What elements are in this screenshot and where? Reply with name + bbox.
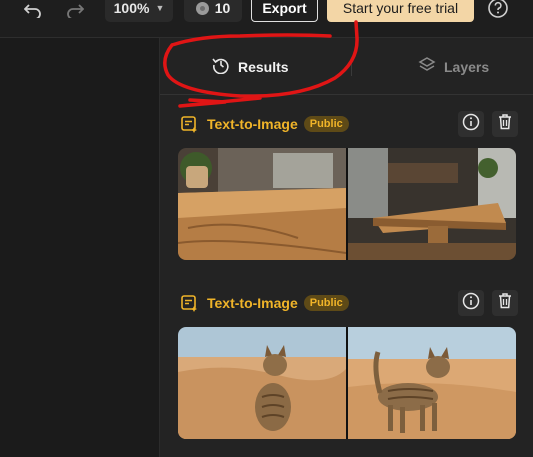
redo-icon[interactable] — [66, 0, 84, 20]
start-free-trial-button[interactable]: Start your free trial — [327, 0, 474, 22]
undo-icon[interactable] — [24, 0, 42, 20]
results-panel: Results Layers Text-to-Image Public Text… — [160, 38, 533, 457]
delete-button[interactable] — [492, 290, 518, 316]
result-image-cat-desert-standing[interactable] — [348, 327, 516, 439]
tab-layers[interactable]: Layers — [418, 38, 489, 95]
result-image-cat-desert-sitting[interactable] — [178, 327, 346, 439]
visibility-badge: Public — [303, 116, 349, 132]
panel-tabs: Results Layers — [160, 38, 533, 95]
result-type-label: Text-to-Image — [207, 295, 298, 311]
delete-button[interactable] — [492, 111, 518, 137]
result-image-wooden-table-room[interactable] — [348, 148, 516, 260]
chevron-down-icon: ▼ — [155, 3, 165, 13]
layers-icon — [418, 56, 436, 77]
trash-icon — [497, 113, 513, 135]
trash-icon — [497, 292, 513, 314]
info-button[interactable] — [458, 290, 484, 316]
tab-divider — [351, 58, 352, 76]
result-card-header: Text-to-Image Public — [180, 111, 520, 137]
result-image-grid — [178, 327, 516, 439]
result-image-wooden-table-closeup[interactable] — [178, 148, 346, 260]
coin-icon — [195, 1, 209, 15]
tab-layers-label: Layers — [444, 58, 490, 75]
info-button[interactable] — [458, 111, 484, 137]
zoom-value: 100% — [113, 0, 150, 16]
text-to-image-icon — [180, 115, 198, 133]
top-toolbar: 100% ▼ 10 Export Start your free trial — [0, 0, 533, 38]
history-icon — [212, 56, 230, 77]
result-card-header: Text-to-Image Public — [180, 290, 520, 316]
visibility-badge: Public — [303, 295, 349, 311]
canvas-area[interactable] — [0, 38, 160, 457]
help-icon[interactable] — [487, 0, 509, 19]
tab-results[interactable]: Results — [212, 38, 289, 95]
credits-counter[interactable]: 10 — [184, 0, 242, 22]
credits-count: 10 — [214, 0, 231, 16]
text-to-image-icon — [180, 294, 198, 312]
export-button[interactable]: Export — [251, 0, 318, 22]
result-image-grid — [178, 148, 516, 260]
result-type-label: Text-to-Image — [207, 116, 298, 132]
info-icon — [462, 292, 480, 315]
zoom-select[interactable]: 100% ▼ — [105, 0, 173, 22]
tab-results-label: Results — [238, 58, 289, 75]
info-icon — [462, 113, 480, 136]
